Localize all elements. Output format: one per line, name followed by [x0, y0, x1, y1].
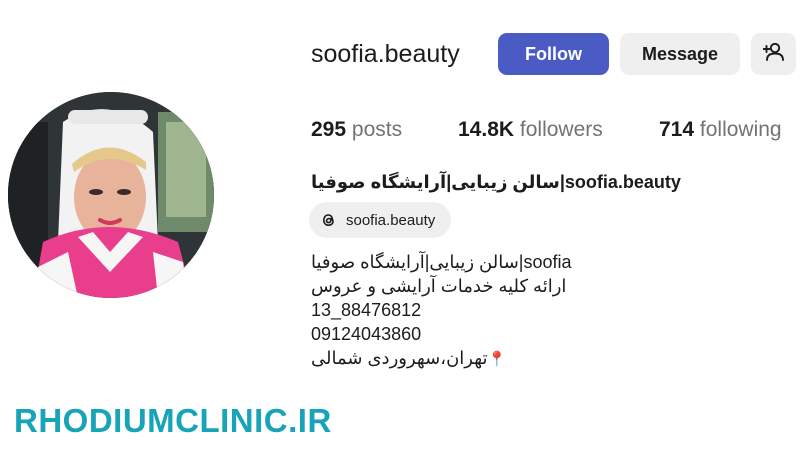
following-label: following	[699, 118, 782, 141]
following-stat[interactable]: 714 following	[659, 118, 782, 142]
posts-count: 295	[311, 118, 347, 141]
person-add-icon	[762, 42, 785, 67]
followers-count: 14.8K	[458, 118, 515, 141]
bio-line: سالن زیبایی|آرایشگاه صوفیا|soofia	[311, 252, 572, 272]
bio-phone-line: 13_88476812	[311, 300, 422, 320]
following-count: 714	[659, 118, 695, 141]
bio-phone-line: 09124043860	[311, 324, 422, 344]
profile-username: soofia.beauty	[311, 40, 460, 68]
follow-button[interactable]: Follow	[498, 33, 609, 75]
bio-address-line: تهران،سهروردی شمالی📍	[311, 346, 572, 370]
message-button[interactable]: Message	[620, 33, 740, 75]
profile-stats: 295 posts 14.8K followers 714 following	[0, 118, 800, 148]
address-text: تهران،سهروردی شمالی	[311, 348, 488, 368]
threads-link[interactable]: soofia.beauty	[309, 202, 451, 238]
posts-stat: 295 posts	[311, 118, 402, 142]
suggest-accounts-button[interactable]	[751, 33, 796, 75]
followers-label: followers	[519, 118, 603, 141]
bio-line: ارائه کلیه خدمات آرایشی و عروس	[311, 276, 567, 296]
pin-icon: 📍	[487, 351, 507, 368]
profile-full-name: سالن زیبایی|آرایشگاه صوفیا|soofia.beauty	[311, 172, 681, 192]
followers-stat[interactable]: 14.8K followers	[458, 118, 603, 142]
posts-label: posts	[351, 118, 403, 141]
profile-bio: سالن زیبایی|آرایشگاه صوفیا|soofia ارائه …	[311, 250, 572, 370]
threads-icon	[318, 209, 340, 231]
threads-handle: soofia.beauty	[346, 211, 436, 229]
watermark-text: RHODIUMCLINIC.IR	[14, 402, 332, 439]
